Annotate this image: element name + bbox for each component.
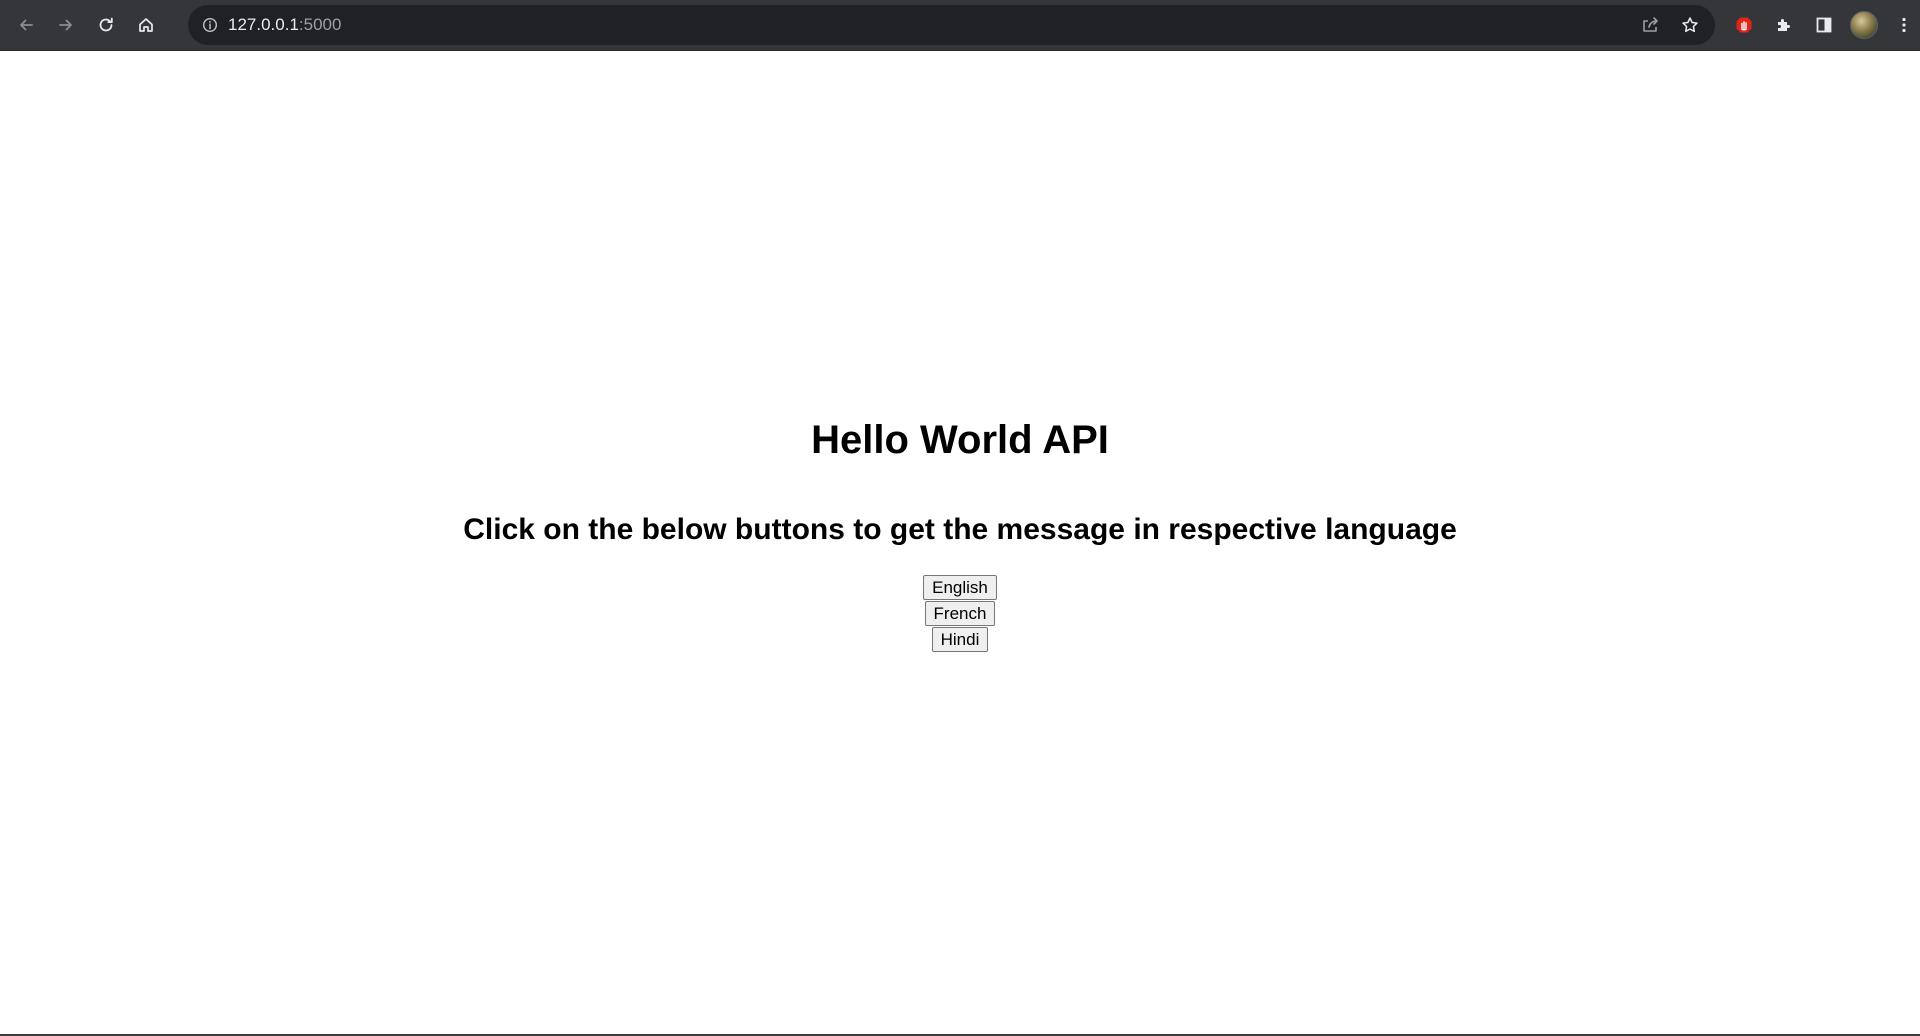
extensions-area bbox=[1729, 10, 1919, 40]
menu-button[interactable] bbox=[1889, 10, 1919, 40]
url-port: :5000 bbox=[298, 15, 342, 34]
profile-button[interactable] bbox=[1849, 10, 1879, 40]
side-panel-button[interactable] bbox=[1809, 10, 1839, 40]
share-icon bbox=[1643, 17, 1658, 32]
share-button[interactable] bbox=[1635, 10, 1665, 40]
reload-icon bbox=[99, 17, 113, 32]
address-bar[interactable]: 127.0.0.1:5000 bbox=[188, 5, 1715, 45]
stop-hand-icon bbox=[1736, 17, 1752, 33]
home-button[interactable] bbox=[126, 5, 166, 45]
hindi-button[interactable]: Hindi bbox=[931, 627, 989, 652]
reload-button[interactable] bbox=[86, 5, 126, 45]
page-content: Hello World API Click on the below butto… bbox=[0, 51, 1920, 1036]
url-text[interactable]: 127.0.0.1:5000 bbox=[228, 15, 341, 35]
puzzle-icon bbox=[1778, 19, 1790, 31]
arrow-left-icon bbox=[20, 19, 33, 31]
url-host: 127.0.0.1 bbox=[228, 15, 299, 34]
address-bar-actions bbox=[1635, 5, 1705, 45]
page-subtitle: Click on the below buttons to get the me… bbox=[463, 513, 1457, 546]
arrow-right-icon bbox=[59, 19, 72, 31]
nav-buttons bbox=[6, 5, 166, 45]
more-vert-icon bbox=[1902, 17, 1906, 33]
english-button[interactable]: English bbox=[923, 575, 997, 600]
side-panel-icon bbox=[1816, 17, 1832, 33]
language-buttons: English French Hindi bbox=[0, 575, 1920, 652]
bookmark-button[interactable] bbox=[1675, 10, 1705, 40]
red-extension-button[interactable] bbox=[1729, 10, 1759, 40]
avatar bbox=[1850, 11, 1878, 39]
info-icon bbox=[202, 17, 218, 33]
site-info-button[interactable] bbox=[200, 15, 220, 35]
french-button[interactable]: French bbox=[924, 601, 996, 626]
browser-toolbar: 127.0.0.1:5000 bbox=[0, 0, 1920, 51]
home-icon bbox=[139, 18, 153, 32]
back-button[interactable] bbox=[6, 5, 46, 45]
forward-button[interactable] bbox=[46, 5, 86, 45]
star-icon bbox=[1682, 17, 1698, 33]
page-title: Hello World API bbox=[811, 418, 1109, 462]
extensions-button[interactable] bbox=[1769, 10, 1799, 40]
